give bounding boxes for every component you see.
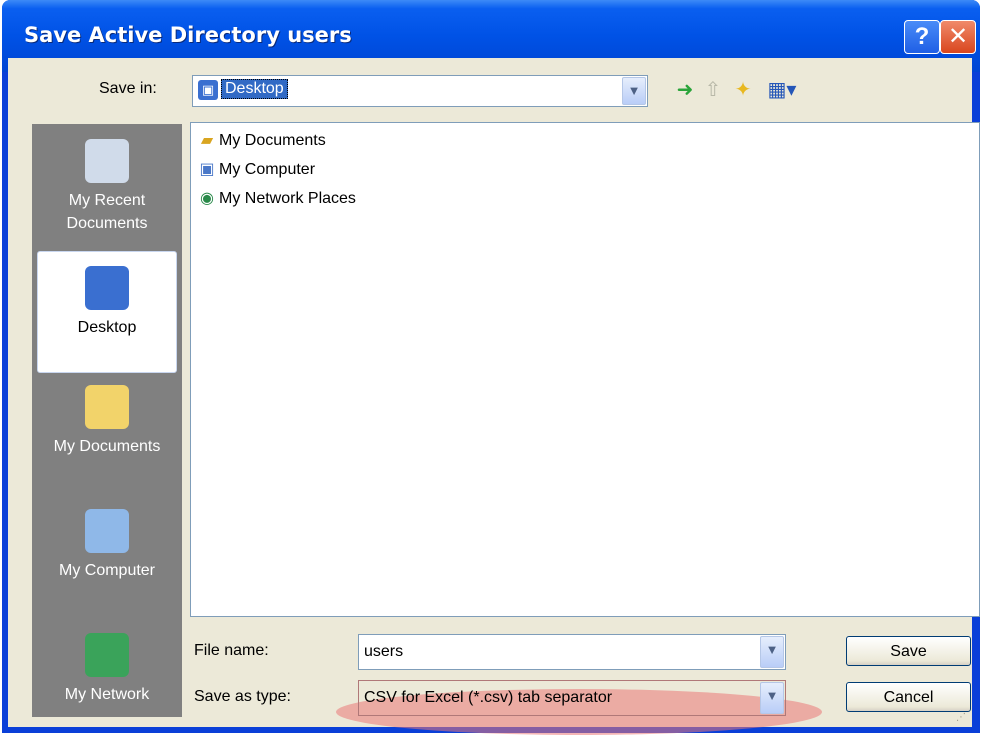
places-item-my-computer[interactable]: My Computer — [37, 509, 177, 582]
places-item-label: My Computer — [58, 562, 156, 579]
list-item-label: My Documents — [219, 132, 326, 149]
my-documents-icon: ▰ — [200, 132, 214, 149]
new-folder-icon[interactable]: ✦ — [730, 79, 756, 101]
my-computer-icon: ▣ — [199, 161, 215, 178]
resize-grip[interactable]: ⋰ — [956, 711, 970, 725]
list-item[interactable]: ▰ My Documents — [195, 127, 326, 155]
help-button[interactable]: ? — [904, 20, 940, 54]
recent-documents-icon — [85, 139, 129, 183]
places-item-label: My Recent Documents — [66, 192, 148, 232]
up-folder-icon[interactable]: ⇧ — [700, 79, 726, 101]
save-as-type-value: CSV for Excel (*.csv) tab separator — [364, 689, 613, 706]
places-item-my-documents[interactable]: My Documents — [37, 385, 177, 458]
close-button[interactable]: ✕ — [940, 20, 976, 54]
chevron-down-icon[interactable]: ▼ — [622, 77, 646, 105]
save-in-value: Desktop — [221, 79, 288, 99]
save-as-type-select[interactable]: CSV for Excel (*.csv) tab separator ▼ — [358, 680, 786, 716]
save-in-label: Save in: — [99, 80, 157, 97]
chevron-down-icon[interactable]: ▼ — [760, 682, 784, 714]
list-item[interactable]: ▣ My Computer — [195, 156, 315, 184]
my-network-icon — [85, 633, 129, 677]
views-menu-icon[interactable]: ▦▾ — [762, 79, 802, 101]
cancel-button[interactable]: Cancel — [846, 682, 971, 712]
save-as-type-label: Save as type: — [194, 688, 291, 705]
desktop-icon: ▣ — [198, 80, 218, 100]
places-item-my-network[interactable]: My Network — [37, 633, 177, 706]
file-name-value: users — [364, 643, 404, 660]
dialog-title: Save Active Directory users — [24, 23, 352, 47]
places-item-label: My Documents — [53, 438, 161, 455]
my-documents-icon — [85, 385, 129, 429]
back-arrow-icon[interactable]: ➜ — [672, 79, 698, 101]
chevron-down-icon[interactable]: ▼ — [760, 636, 784, 668]
places-item-recent[interactable]: My Recent Documents — [37, 139, 177, 235]
file-name-label: File name: — [194, 642, 269, 659]
list-item-label: My Computer — [219, 161, 316, 178]
save-dialog: Save Active Directory users ? ✕ Save in:… — [2, 0, 980, 735]
save-button[interactable]: Save — [846, 636, 971, 666]
places-item-desktop[interactable]: Desktop — [37, 251, 177, 373]
save-in-combobox[interactable]: ▣ Desktop ▼ — [192, 75, 648, 107]
dialog-body: Save in: ▣ Desktop ▼ ➜ ⇧ ✦ ▦▾ My Recent … — [8, 58, 980, 735]
places-item-label: My Network — [64, 686, 150, 703]
my-computer-icon — [85, 509, 129, 553]
file-list[interactable]: ▰ My Documents ▣ My Computer ◉ My Network P… — [190, 122, 980, 617]
file-name-field[interactable]: users ▼ — [358, 634, 786, 670]
desktop-icon — [85, 266, 129, 310]
list-item[interactable]: ◉ My Network Places — [195, 185, 356, 213]
places-item-label: Desktop — [77, 319, 137, 336]
list-item-label: My Network Places — [219, 190, 356, 207]
network-places-icon: ◉ — [200, 190, 214, 207]
places-bar: My Recent Documents Desktop My Documents… — [32, 124, 182, 717]
